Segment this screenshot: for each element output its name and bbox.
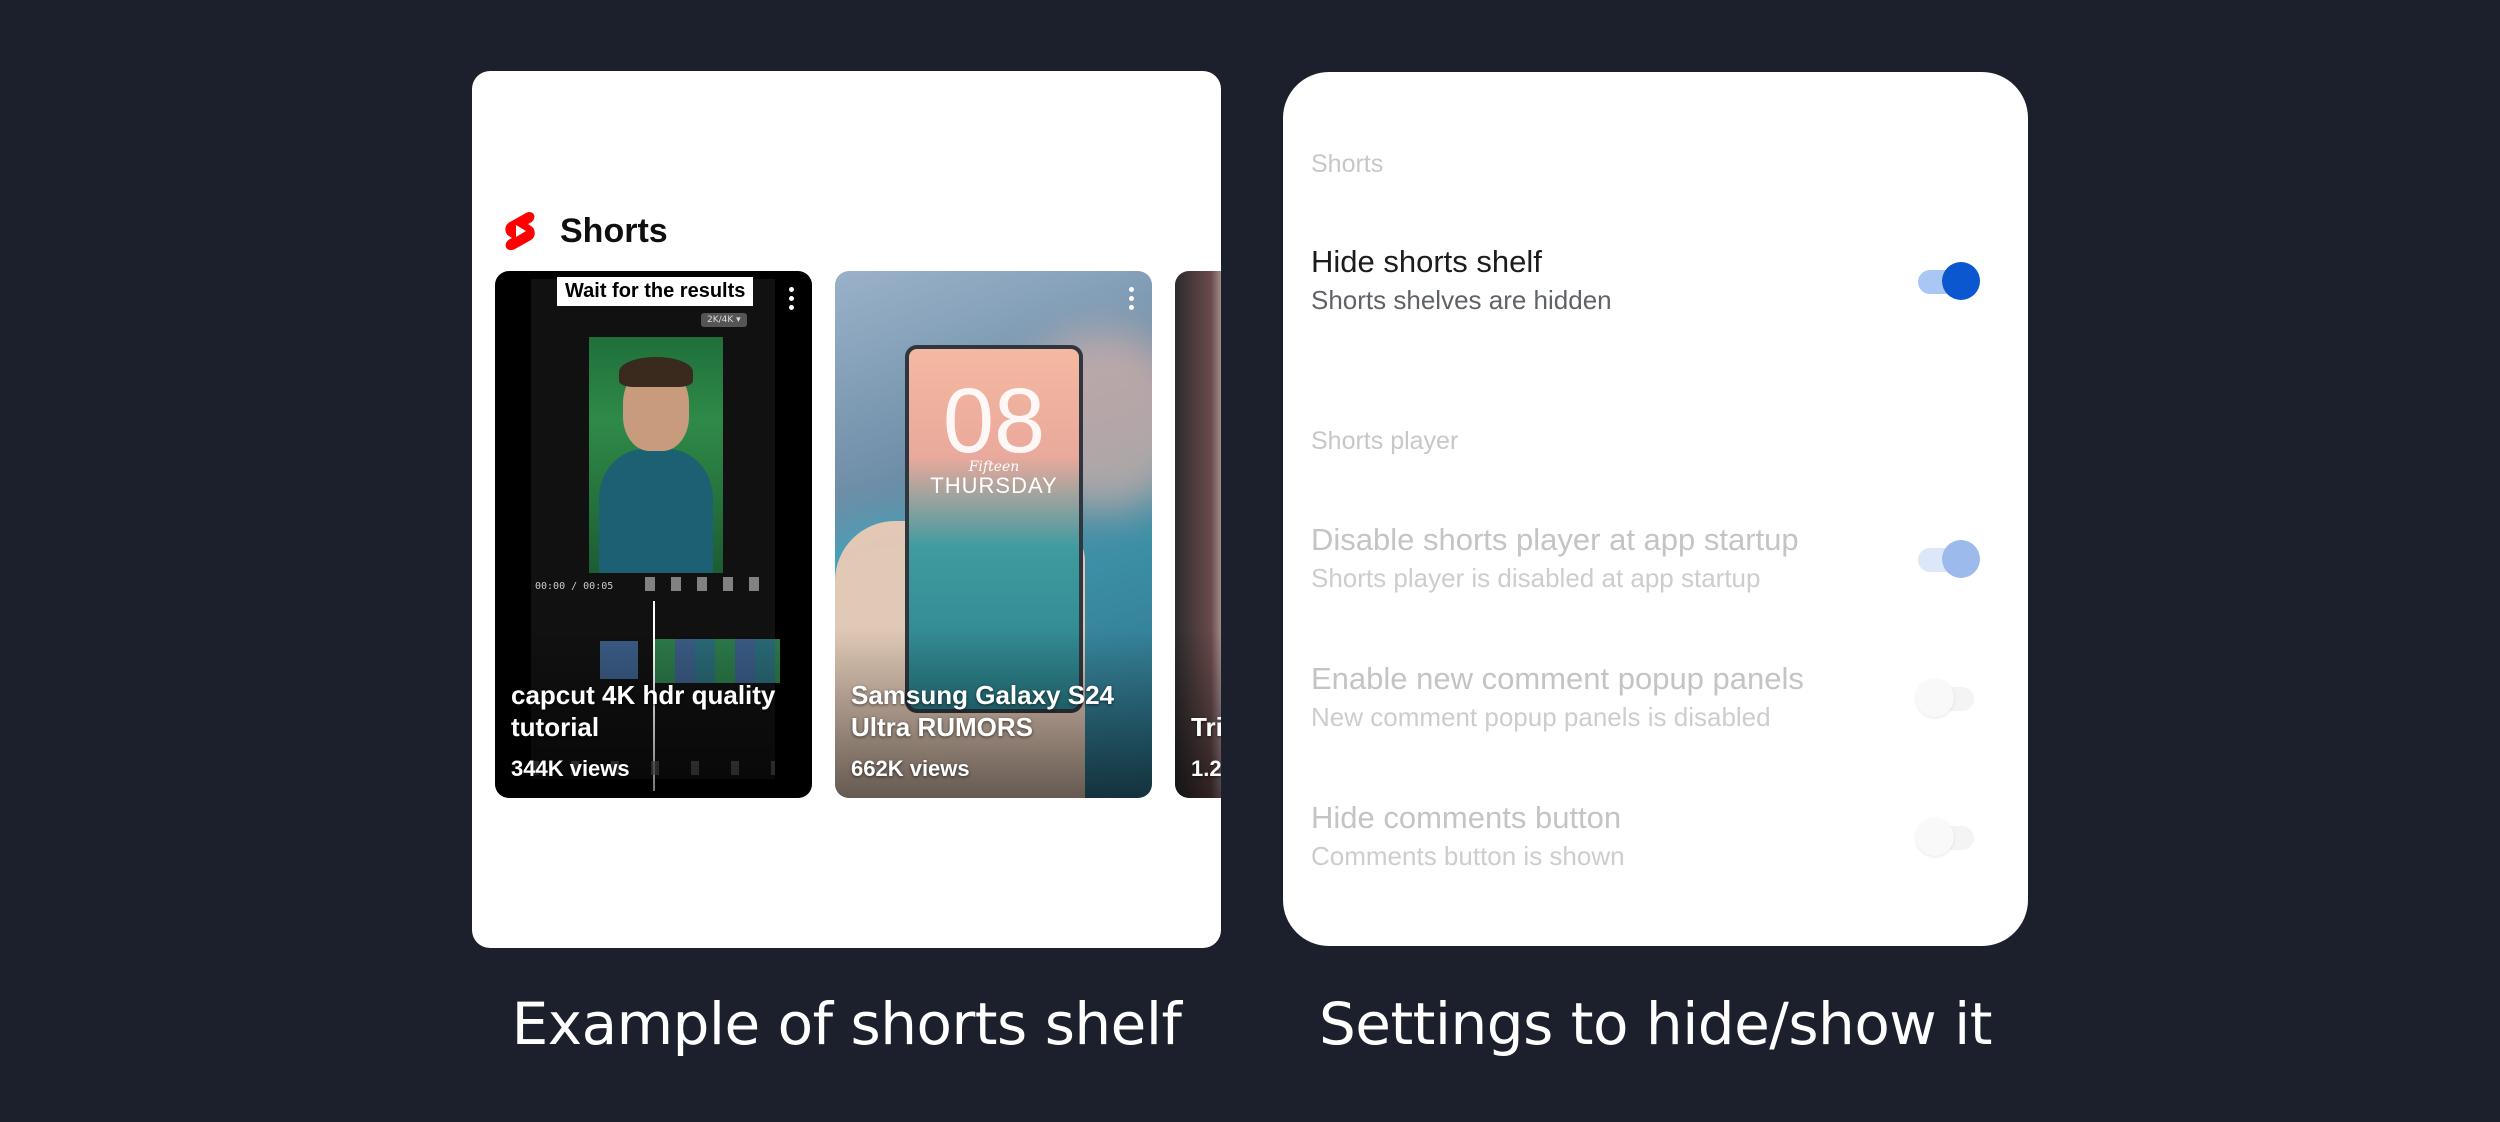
toggle-switch <box>1916 677 1980 717</box>
caption-shorts-shelf: Example of shorts shelf <box>511 990 1182 1058</box>
caption-settings: Settings to hide/show it <box>1318 990 1993 1058</box>
editor-controls <box>645 577 775 591</box>
setting-hide-comments-button: Hide comments button Comments button is … <box>1311 798 2000 874</box>
setting-subtitle: Shorts player is disabled at app startup <box>1311 563 1761 593</box>
setting-subtitle: New comment popup panels is disabled <box>1311 702 1771 732</box>
more-options-icon[interactable] <box>1126 287 1136 313</box>
toggle-switch <box>1918 538 1980 578</box>
section-header-shorts-player: Shorts player <box>1311 427 1459 455</box>
setting-title: Enable new comment popup panels <box>1311 661 1804 696</box>
short-video-card[interactable]: 08 Fifteen THURSDAY Samsung Galaxy S24 U… <box>835 271 1152 798</box>
setting-hide-shorts-shelf[interactable]: Hide shorts shelf Shorts shelves are hid… <box>1311 242 2000 318</box>
resolution-chip: 2K/4K ▾ <box>701 313 747 327</box>
setting-subtitle: Comments button is shown <box>1311 841 1625 871</box>
short-video-card[interactable]: Tri 1.2 <box>1175 271 1221 798</box>
youtube-shorts-logo-icon <box>505 212 535 250</box>
shorts-shelf-example-panel: Shorts 2K/4K ▾ 00:00 / 00:05 Wait for th… <box>472 71 1221 948</box>
short-title: capcut 4K hdr quality tutorial <box>511 680 776 742</box>
thumbnail-overlay-text: Wait for the results <box>557 277 754 306</box>
editor-timecode: 00:00 / 00:05 <box>535 581 614 592</box>
more-options-icon[interactable] <box>786 287 796 313</box>
short-views: 1.2 <box>1191 756 1221 781</box>
section-header-shorts: Shorts <box>1311 150 1384 178</box>
setting-subtitle: Shorts shelves are hidden <box>1311 285 1612 315</box>
toggle-switch <box>1916 816 1980 856</box>
setting-title: Disable shorts player at app startup <box>1311 522 1799 557</box>
setting-enable-comment-popup-panels: Enable new comment popup panels New comm… <box>1311 659 2000 735</box>
short-title: Samsung Galaxy S24 Ultra RUMORS <box>851 680 1115 742</box>
shorts-shelf-header: Shorts <box>502 211 668 251</box>
short-views: 662K views <box>851 756 970 781</box>
short-title: Tri <box>1191 712 1221 742</box>
phone-day: THURSDAY <box>930 473 1058 498</box>
thumbnail-portrait <box>589 337 723 573</box>
setting-title: Hide comments button <box>1311 800 1622 835</box>
toggle-switch[interactable] <box>1918 260 1980 300</box>
short-video-card[interactable]: 2K/4K ▾ 00:00 / 00:05 Wait for the resul… <box>495 271 812 798</box>
shorts-settings-panel: Shorts Hide shorts shelf Shorts shelves … <box>1283 72 2028 946</box>
setting-disable-shorts-player-startup: Disable shorts player at app startup Sho… <box>1311 520 2000 596</box>
setting-title: Hide shorts shelf <box>1311 244 1542 279</box>
shorts-shelf-title: Shorts <box>560 211 668 250</box>
short-views: 344K views <box>511 756 630 781</box>
phone-clock: 08 <box>942 370 1046 472</box>
